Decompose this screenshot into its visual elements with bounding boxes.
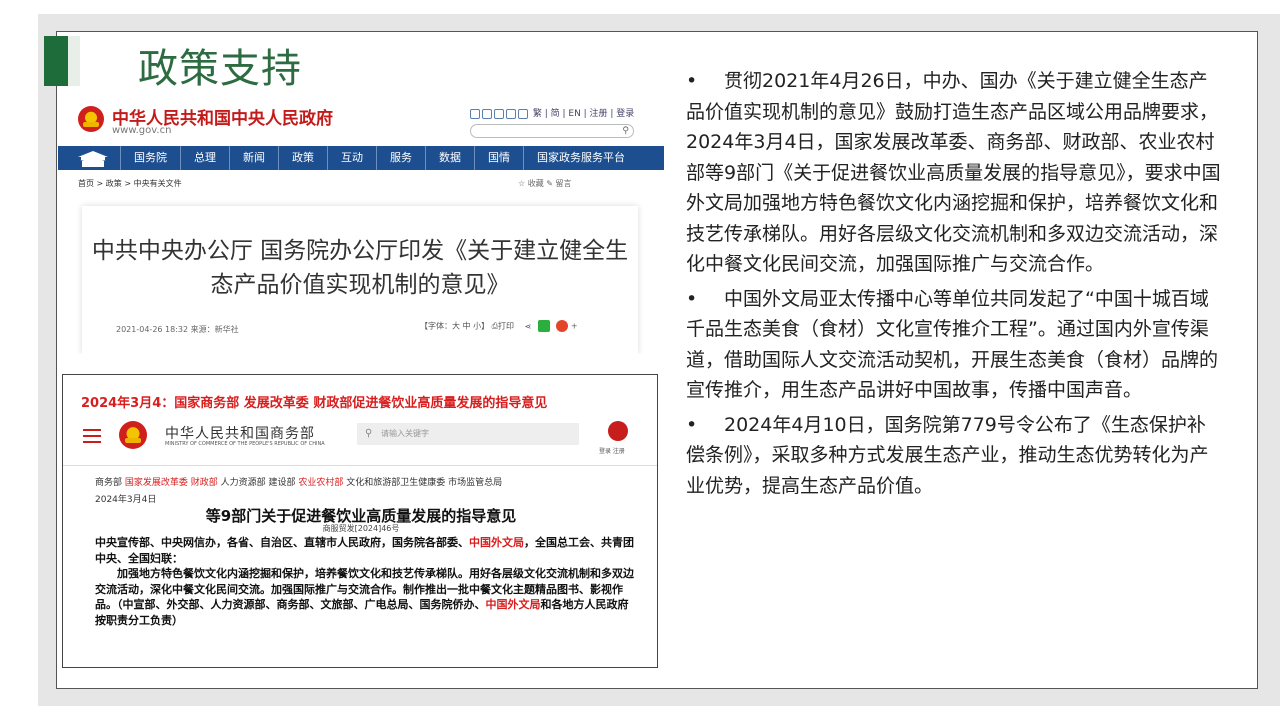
doc-dept-text: 人力资源部 建设部 [217, 478, 299, 488]
gov-nav-item: 国家政务服务平台 [523, 146, 638, 170]
mobile-icon [494, 108, 504, 119]
doc-date: 2024年3月4日 [95, 495, 157, 505]
mofcom-screenshot: 2024年3月4：国家商务部 发展改革委 财政部促进餐饮业高质量发展的指导意见 … [62, 374, 658, 668]
gov-nav-item: 国情 [474, 146, 523, 170]
bullet-marker: • [686, 70, 698, 92]
menu-icon [83, 429, 101, 443]
mofcom-search-box: ⚲ 请输入关键字 [357, 423, 579, 445]
gov-nav-bar: 国务院 总理 新闻 政策 互动 服务 数据 国情 国家政务服务平台 [58, 146, 664, 170]
mofcom-search-placeholder: 请输入关键字 [381, 429, 429, 438]
gov-header-link-text: 繁 | 简 | EN | 注册 | 登录 [532, 109, 635, 119]
bullet-list: • 贯彻2021年4月26日，中办、国办《关于建立健全生态产品价值实现机制的意见》… [686, 66, 1224, 505]
gov-article-title-line: 中共中央办公厅 国务院办公厅印发《关于建立健全生 [91, 238, 629, 264]
slide-title: 政策支持 [138, 46, 302, 92]
weibo-icon [506, 108, 516, 119]
gov-nav-item: 服务 [376, 146, 425, 170]
bullet-item: • 中国外文局亚太传播中心等单位共同发起了“中国十城百域千品生态美食（食材）文化宣… [686, 284, 1224, 406]
doc-body: 中央宣传部、中央网信办，各省、自治区、直辖市人民政府，国务院各部委、中国外文局，… [95, 535, 635, 628]
gov-actions: ☆ 收藏 ✎ 留言 [518, 179, 572, 188]
national-emblem-icon [78, 106, 104, 132]
gov-nav-item: 国务院 [120, 146, 180, 170]
doc-dept-text: 商务部 [95, 478, 125, 488]
gov-nav-item: 新闻 [229, 146, 278, 170]
mofcom-header: 中华人民共和国商务部 MINISTRY OF COMMERCE OF THE P… [63, 415, 657, 466]
share-icon: ⋖ [524, 321, 532, 331]
doc-highlight: 中国外文局 [469, 536, 524, 549]
gov-article-title: 中共中央办公厅 国务院办公厅印发《关于建立健全生 态产品价值实现机制的意见》 [82, 234, 638, 302]
gov-nav-item: 互动 [327, 146, 376, 170]
mofcom-user-links: 登录 注册 [599, 448, 625, 455]
national-emblem-icon [119, 421, 147, 449]
gov-article-meta: 2021-04-26 18:32 来源：新华社 [116, 325, 239, 334]
wechat-share-icon [537, 320, 550, 332]
gov-breadcrumb: 首页 > 政策 > 中央有关文件 [78, 179, 182, 188]
gov-header: 中华人民共和国中央人民政府 www.gov.cn 繁 | 简 | EN | 注册… [58, 92, 664, 146]
search-icon: ⚲ [365, 428, 373, 439]
doc-text: 中央宣传部、中央网信办，各省、自治区、直辖市人民政府，国务院各部委、 [95, 536, 469, 549]
gov-site-url: www.gov.cn [112, 125, 172, 136]
bullet-item: • 贯彻2021年4月26日，中办、国办《关于建立健全生态产品价值实现机制的意见》… [686, 66, 1224, 280]
doc-paragraph: 中央宣传部、中央网信办，各省、自治区、直辖市人民政府，国务院各部委、中国外文局，… [95, 535, 635, 566]
app-icon [482, 108, 492, 119]
mofcom-headline: 2024年3月4：国家商务部 发展改革委 财政部促进餐饮业高质量发展的指导意见 [81, 396, 548, 411]
search-icon: ⚲ [622, 126, 629, 136]
title-accent-bar-light [68, 36, 80, 86]
bullet-marker: • [686, 287, 698, 310]
mofcom-site-name-en: MINISTRY OF COMMERCE OF THE PEOPLE'S REP… [165, 441, 325, 447]
mofcom-site-name: 中华人民共和国商务部 [165, 426, 315, 442]
doc-highlight: 中国外文局 [485, 598, 541, 611]
gov-header-links: 繁 | 简 | EN | 注册 | 登录 [470, 106, 634, 119]
gov-article-card: 中共中央办公厅 国务院办公厅印发《关于建立健全生 态产品价值实现机制的意见》 2… [82, 206, 638, 354]
gov-cn-screenshot: 中华人民共和国中央人民政府 www.gov.cn 繁 | 简 | EN | 注册… [58, 92, 664, 354]
mail-icon [470, 108, 480, 119]
wechat-icon [518, 108, 528, 119]
bullet-text: 贯彻2021年4月26日，中办、国办《关于建立健全生态产品价值实现机制的意见》鼓… [686, 70, 1221, 275]
gov-article-tools-text: 【字体：大 中 小】 ⎙打印 [420, 321, 515, 331]
bullet-marker: • [686, 413, 698, 436]
doc-paragraph: 加强地方特色餐饮文化内涵挖掘和保护，培养餐饮文化和技艺传承梯队。用好各层级文化交… [95, 566, 635, 628]
gov-nav-item: 总理 [180, 146, 229, 170]
weibo-share-icon [556, 320, 569, 332]
doc-departments: 商务部 国家发展改革委 财政部 人力资源部 建设部 农业农村部 文化和旅游部卫生… [95, 475, 502, 488]
bullet-text: 2024年4月10日，国务院第779号令公布了《生态保护补偿条例》，采取多种方式… [686, 413, 1209, 497]
doc-dept-highlight: 国家发展改革委 财政部 [124, 478, 218, 488]
gov-nav-item: 政策 [278, 146, 327, 170]
doc-number: 商服贸发[2024]46号 [322, 524, 400, 533]
more-share-icon: + [570, 321, 578, 331]
title-accent-bar [44, 36, 68, 86]
gov-nav-item: 数据 [425, 146, 474, 170]
gov-article-title-line: 态产品价值实现机制的意见》 [210, 272, 510, 298]
user-icon [608, 421, 628, 441]
bullet-text: 中国外文局亚太传播中心等单位共同发起了“中国十城百域千品生态美食（食材）文化宣传… [686, 287, 1219, 402]
tiananmen-icon [78, 151, 108, 167]
gov-article-tools: 【字体：大 中 小】 ⎙打印 ⋖ + [420, 320, 578, 332]
doc-dept-text: 文化和旅游部卫生健康委 市场监管总局 [343, 478, 503, 488]
gov-search-box: ⚲ [470, 124, 634, 138]
mofcom-document: 商务部 国家发展改革委 财政部 人力资源部 建设部 农业农村部 文化和旅游部卫生… [63, 467, 657, 667]
doc-dept-highlight: 农业农村部 [298, 478, 344, 488]
bullet-item: • 2024年4月10日，国务院第779号令公布了《生态保护补偿条例》，采取多种方… [686, 410, 1224, 502]
